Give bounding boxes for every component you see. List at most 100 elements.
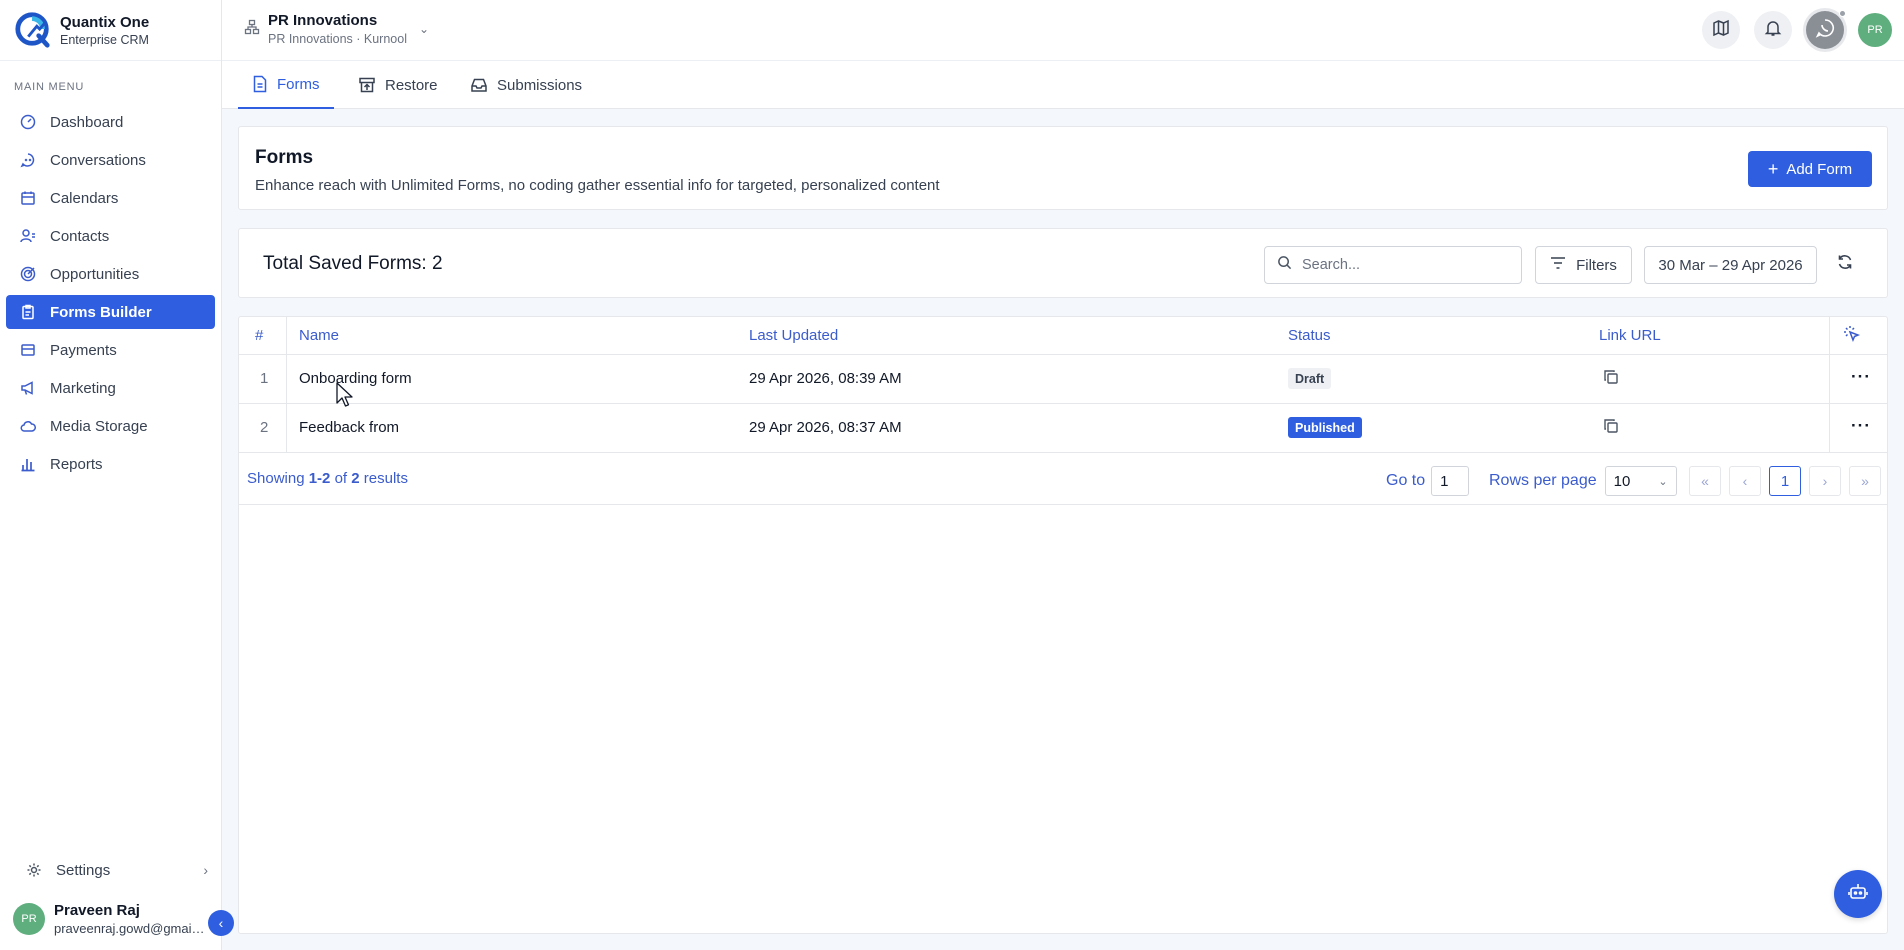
goto-page: Go to xyxy=(1386,466,1470,496)
wallet-icon xyxy=(19,341,37,359)
sidebar-item-label: Marketing xyxy=(50,379,116,397)
topbar: PR Innovations PR Innovations · Kurnool … xyxy=(222,0,1904,61)
table-row[interactable]: 1 Onboarding form 29 Apr 2026, 08:39 AM … xyxy=(239,355,1887,404)
tab-restore[interactable]: Restore xyxy=(358,61,438,109)
gear-icon xyxy=(25,861,43,879)
org-tree-icon xyxy=(244,19,260,40)
tab-label: Forms xyxy=(277,75,320,93)
chevron-left-icon: ‹ xyxy=(218,915,224,931)
tab-forms[interactable]: Forms xyxy=(238,61,334,109)
row-number: 2 xyxy=(260,419,269,436)
results-range: 1-2 xyxy=(308,470,331,487)
sidebar-item-media-storage[interactable]: Media Storage xyxy=(6,409,215,443)
inbox-icon xyxy=(470,76,488,94)
rows-per-page: Rows per page 10 ⌄ xyxy=(1489,466,1677,496)
next-page-button[interactable]: › xyxy=(1809,466,1841,496)
top-avatar[interactable]: PR xyxy=(1858,13,1892,47)
last-page-button[interactable]: » xyxy=(1849,466,1881,496)
rows-per-page-select[interactable]: 10 ⌄ xyxy=(1604,466,1677,496)
search-icon xyxy=(1277,255,1292,275)
status-dot xyxy=(1839,10,1846,17)
current-page-button[interactable]: 1 xyxy=(1769,466,1801,496)
org-switcher[interactable]: PR Innovations PR Innovations · Kurnool … xyxy=(244,12,429,46)
filters-button[interactable]: Filters xyxy=(1535,246,1632,284)
row-actions-button[interactable]: ··· xyxy=(1851,416,1871,436)
column-header-last-updated[interactable]: Last Updated xyxy=(749,327,838,344)
first-page-button[interactable]: « xyxy=(1689,466,1721,496)
brand[interactable]: Quantix One Enterprise CRM xyxy=(0,0,221,61)
page-description: Enhance reach with Unlimited Forms, no c… xyxy=(255,177,940,194)
add-form-label: Add Form xyxy=(1786,160,1853,178)
chevron-right-icon: › xyxy=(203,862,208,878)
sidebar-item-conversations[interactable]: Conversations xyxy=(6,143,215,177)
target-icon xyxy=(19,265,37,283)
more-horizontal-icon: ··· xyxy=(1851,416,1871,435)
megaphone-icon xyxy=(19,379,37,397)
sidebar-item-calendars[interactable]: Calendars xyxy=(6,181,215,215)
refresh-button[interactable] xyxy=(1836,253,1854,276)
whatsapp-icon xyxy=(1815,18,1835,43)
showing-prefix: Showing xyxy=(247,470,309,487)
column-settings-button[interactable] xyxy=(1843,325,1861,347)
table-row[interactable]: 2 Feedback from 29 Apr 2026, 08:37 AM Pu… xyxy=(239,404,1887,453)
more-horizontal-icon: ··· xyxy=(1851,367,1871,386)
refresh-icon xyxy=(1836,255,1854,275)
copy-link-button[interactable] xyxy=(1603,369,1619,390)
map-button[interactable] xyxy=(1702,11,1740,49)
menu-heading: MAIN MENU xyxy=(14,81,85,93)
sidebar-item-label: Conversations xyxy=(50,151,146,169)
sidebar-item-label: Dashboard xyxy=(50,113,124,131)
filter-icon xyxy=(1550,256,1566,274)
sidebar-item-opportunities[interactable]: Opportunities xyxy=(6,257,215,291)
date-range-picker[interactable]: 30 Mar – 29 Apr 2026 xyxy=(1644,246,1817,284)
column-header-status[interactable]: Status xyxy=(1288,327,1331,344)
chevron-left-icon: ‹ xyxy=(1742,473,1748,489)
gauge-icon xyxy=(19,113,37,131)
pagination-bar: Showing 1-2 of 2 results Go to Rows per … xyxy=(239,453,1887,505)
sidebar-item-forms-builder[interactable]: Forms Builder xyxy=(6,295,215,329)
form-name[interactable]: Feedback from xyxy=(299,419,399,436)
column-header-link-url[interactable]: Link URL xyxy=(1599,327,1661,344)
row-actions-button[interactable]: ··· xyxy=(1851,367,1871,387)
goto-label: Go to xyxy=(1386,472,1426,489)
sidebar: Quantix One Enterprise CRM MAIN MENU Das… xyxy=(0,0,222,950)
chatbot-button[interactable] xyxy=(1834,870,1882,918)
rows-per-page-value: 10 xyxy=(1613,472,1631,490)
sidebar-item-marketing[interactable]: Marketing xyxy=(6,371,215,405)
robot-icon xyxy=(1847,881,1869,908)
column-header-name[interactable]: Name xyxy=(299,327,339,344)
sidebar-item-label: Reports xyxy=(50,455,103,473)
sidebar-item-contacts[interactable]: Contacts xyxy=(6,219,215,253)
add-form-button[interactable]: + Add Form xyxy=(1748,151,1872,187)
whatsapp-button[interactable] xyxy=(1806,10,1846,49)
status-badge: Draft xyxy=(1288,368,1332,389)
form-name[interactable]: Onboarding form xyxy=(299,370,412,387)
notifications-button[interactable] xyxy=(1754,11,1792,49)
sidebar-item-label: Media Storage xyxy=(50,417,148,435)
sidebar-item-label: Contacts xyxy=(50,227,110,245)
search-input[interactable] xyxy=(1302,257,1502,273)
tab-submissions[interactable]: Submissions xyxy=(470,61,582,109)
tab-label: Restore xyxy=(385,76,438,94)
copy-link-button[interactable] xyxy=(1603,418,1619,439)
sidebar-item-label: Calendars xyxy=(50,189,119,207)
chevron-down-icon: ⌄ xyxy=(418,22,430,36)
last-updated: 29 Apr 2026, 08:39 AM xyxy=(749,370,902,387)
sparkle-cursor-icon xyxy=(1843,326,1861,347)
cloud-icon xyxy=(19,417,37,435)
goto-page-input[interactable] xyxy=(1431,466,1470,496)
row-number: 1 xyxy=(260,370,269,387)
sidebar-item-reports[interactable]: Reports xyxy=(6,447,215,481)
page-title: Forms xyxy=(255,147,314,168)
sidebar-item-settings[interactable]: Settings › xyxy=(12,853,222,887)
user-profile[interactable]: PR Praveen Raj praveenraj.gowd@gmail.com xyxy=(0,894,222,944)
collapse-sidebar-button[interactable]: ‹ xyxy=(208,910,234,936)
sidebar-item-dashboard[interactable]: Dashboard xyxy=(6,105,215,139)
sidebar-item-payments[interactable]: Payments xyxy=(6,333,215,367)
brand-subtitle: Enterprise CRM xyxy=(60,32,149,47)
search-box[interactable] xyxy=(1264,246,1522,284)
previous-page-button[interactable]: ‹ xyxy=(1729,466,1761,496)
sidebar-item-label: Opportunities xyxy=(50,265,140,283)
mouse-cursor-icon xyxy=(336,382,353,407)
copy-icon xyxy=(1603,419,1619,438)
